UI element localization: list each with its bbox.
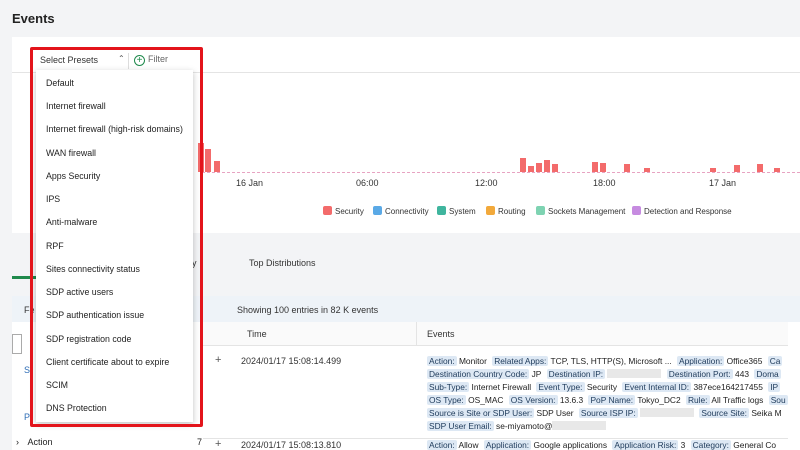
- legend-system[interactable]: System: [437, 206, 476, 216]
- histogram-bar: [536, 163, 542, 172]
- histogram-bar: [644, 168, 650, 172]
- histogram-bar: [710, 168, 716, 172]
- legend-routing[interactable]: Routing: [486, 206, 526, 216]
- histogram-bar: [544, 160, 550, 172]
- preset-scim[interactable]: SCIM: [46, 380, 68, 390]
- filter-label: Filter: [148, 54, 168, 64]
- preset-anti-malware[interactable]: Anti-malware: [46, 217, 97, 227]
- preset-sdp-registration-code[interactable]: SDP registration code: [46, 334, 131, 344]
- legend-swatch: [632, 206, 641, 215]
- preset-sites-connectivity-status[interactable]: Sites connectivity status: [46, 264, 140, 274]
- histogram-bar: [520, 158, 526, 172]
- axis-tick-label: 12:00: [475, 178, 498, 188]
- results-count: Showing 100 entries in 82 K events: [237, 305, 379, 315]
- column-divider: [416, 322, 417, 346]
- preset-apps-security[interactable]: Apps Security: [46, 171, 100, 181]
- axis-tick-label: 16 Jan: [236, 178, 264, 188]
- histogram-baseline: [202, 172, 800, 173]
- left-link-s[interactable]: S: [24, 365, 30, 375]
- histogram-bar: [214, 161, 220, 172]
- row-divider: [203, 438, 788, 439]
- event-fields-line: Source is Site or SDP User: SDP User Sou…: [427, 408, 782, 418]
- tab-top-distributions[interactable]: Top Distributions: [249, 258, 316, 268]
- expand-row-icon[interactable]: +: [215, 438, 221, 450]
- axis-tick-label: 06:00: [356, 178, 379, 188]
- select-presets-label: Select Presets: [40, 55, 99, 65]
- preset-wan-firewall[interactable]: WAN firewall: [46, 148, 96, 158]
- legend-swatch: [373, 206, 382, 215]
- preset-default[interactable]: Default: [46, 78, 74, 88]
- plus-circle-icon: +: [134, 55, 145, 66]
- histogram-bar: [600, 163, 606, 172]
- legend-detection-and-response[interactable]: Detection and Response: [632, 206, 732, 216]
- legend-swatch: [486, 206, 495, 215]
- histogram-bar: [552, 164, 558, 172]
- preset-rpf[interactable]: RPF: [46, 241, 64, 251]
- table-header: Time Events: [203, 322, 788, 346]
- preset-internet-firewall-high-risk[interactable]: Internet firewall (high-risk domains): [46, 124, 183, 134]
- filter-group-count: 7: [197, 437, 203, 447]
- preset-client-certificate-expire[interactable]: Client certificate about to expire: [46, 357, 169, 367]
- partial-label: Fe: [24, 305, 35, 315]
- legend-connectivity[interactable]: Connectivity: [373, 206, 429, 216]
- filter-group-action[interactable]: › Action: [16, 437, 53, 447]
- event-fields-line: Sub-Type: Internet Firewall Event Type: …: [427, 382, 781, 392]
- event-fields-line: Action: Monitor Related Apps: TCP, TLS, …: [427, 356, 783, 366]
- page-title: Events: [12, 11, 55, 26]
- histogram-bar: [592, 162, 598, 172]
- legend-sockets-management[interactable]: Sockets Management: [536, 206, 625, 216]
- event-fields-line: Destination Country Code: JP Destination…: [427, 369, 781, 379]
- histogram-bar: [757, 164, 763, 172]
- histogram-bar: [528, 166, 534, 172]
- axis-tick-label: 18:00: [593, 178, 616, 188]
- redacted-value: [607, 369, 662, 378]
- table-row[interactable]: + 2024/01/17 15:08:13.810 Action: Allow …: [203, 438, 788, 450]
- preset-dns-protection[interactable]: DNS Protection: [46, 403, 107, 413]
- event-fields-line: Action: Allow Application: Google applic…: [427, 440, 777, 450]
- legend-swatch: [437, 206, 446, 215]
- chevron-up-icon: ⌃: [118, 54, 125, 63]
- preset-ips[interactable]: IPS: [46, 194, 60, 204]
- add-filter-button[interactable]: + Filter: [134, 54, 168, 66]
- presets-menu: Default Internet firewall Internet firew…: [36, 70, 193, 422]
- axis-tick-label: 17 Jan: [709, 178, 737, 188]
- redacted-value: [552, 421, 607, 430]
- histogram-bar: [205, 149, 211, 172]
- select-presets-dropdown[interactable]: Select Presets ⌃: [40, 54, 125, 65]
- event-time: 2024/01/17 15:08:13.810: [241, 440, 342, 450]
- event-fields-line: SDP User Email: se-miyamoto@: [427, 421, 609, 431]
- histogram-bar: [734, 165, 740, 172]
- preset-internet-firewall[interactable]: Internet firewall: [46, 101, 106, 111]
- preset-sdp-authentication-issue[interactable]: SDP authentication issue: [46, 310, 144, 320]
- histogram-bar: [198, 143, 204, 172]
- divider: [128, 53, 129, 69]
- table-row[interactable]: + 2024/01/17 15:08:14.499 Action: Monito…: [203, 352, 788, 438]
- column-header-events[interactable]: Events: [427, 329, 455, 339]
- left-link-p[interactable]: P: [24, 412, 30, 422]
- histogram-bar: [774, 168, 780, 172]
- preset-sdp-active-users[interactable]: SDP active users: [46, 287, 113, 297]
- event-time: 2024/01/17 15:08:14.499: [241, 356, 342, 366]
- expand-row-icon[interactable]: +: [215, 354, 221, 366]
- legend-security[interactable]: Security: [323, 206, 364, 216]
- histogram-bar: [624, 164, 630, 172]
- redacted-value: [640, 408, 695, 417]
- legend-swatch: [536, 206, 545, 215]
- left-search-box[interactable]: [12, 334, 22, 354]
- column-header-time[interactable]: Time: [247, 329, 267, 339]
- event-fields-line: OS Type: OS_MAC OS Version: 13.6.3 PoP N…: [427, 395, 788, 405]
- legend-swatch: [323, 206, 332, 215]
